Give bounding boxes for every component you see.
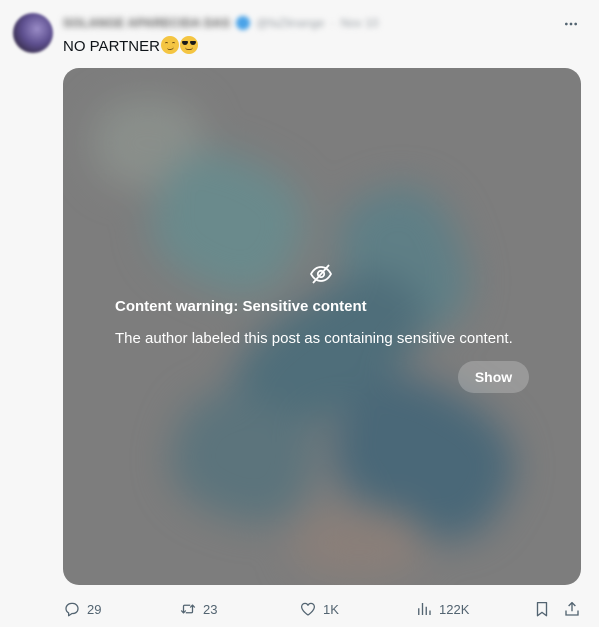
separator-dot: · [330, 16, 335, 30]
reply-icon [65, 602, 79, 617]
post-text-content: NO PARTNER [63, 38, 160, 55]
post-header: SOLANGE APARECIDA DAS @faZlinange · Nov … [63, 12, 378, 34]
more-options-button[interactable] [561, 14, 581, 34]
content-warning-title: Content warning: Sensitive content [115, 298, 367, 315]
more-icon [565, 22, 577, 26]
verified-badge-icon [236, 16, 251, 30]
author-name[interactable]: SOLANGE APARECIDA DAS [63, 16, 230, 30]
share-button[interactable] [563, 598, 581, 620]
like-button[interactable]: 1K [299, 598, 339, 620]
repost-button[interactable]: 23 [179, 598, 217, 620]
share-icon [565, 601, 579, 616]
reply-count: 29 [87, 601, 102, 617]
repost-count: 23 [203, 601, 218, 617]
like-count: 1K [323, 601, 339, 617]
sunglasses-face-emoji-icon [179, 36, 198, 54]
post: SOLANGE APARECIDA DAS @faZlinange · Nov … [0, 0, 599, 627]
post-text: NO PARTNER [63, 36, 198, 55]
eye-slash-icon [309, 264, 333, 284]
bookmark-icon [536, 601, 548, 617]
analytics-icon [418, 603, 431, 615]
sensitive-media[interactable]: Content warning: Sensitive content The a… [63, 68, 581, 585]
views-button[interactable]: 122K [415, 598, 469, 620]
reply-button[interactable]: 29 [63, 598, 101, 620]
bookmark-button[interactable] [533, 598, 551, 620]
author-handle[interactable]: @faZlinange [256, 16, 324, 30]
heart-icon [300, 602, 316, 616]
content-warning-description: The author labeled this post as containi… [115, 330, 513, 347]
blurred-image [63, 68, 581, 585]
show-content-button[interactable]: Show [458, 361, 529, 393]
post-date[interactable]: Nov 10 [340, 16, 378, 30]
view-count: 122K [439, 601, 470, 617]
post-actions: 29 23 1K 122K [63, 598, 588, 620]
avatar[interactable] [13, 13, 53, 53]
smirking-face-emoji-icon [160, 36, 179, 54]
repost-icon [180, 604, 196, 614]
